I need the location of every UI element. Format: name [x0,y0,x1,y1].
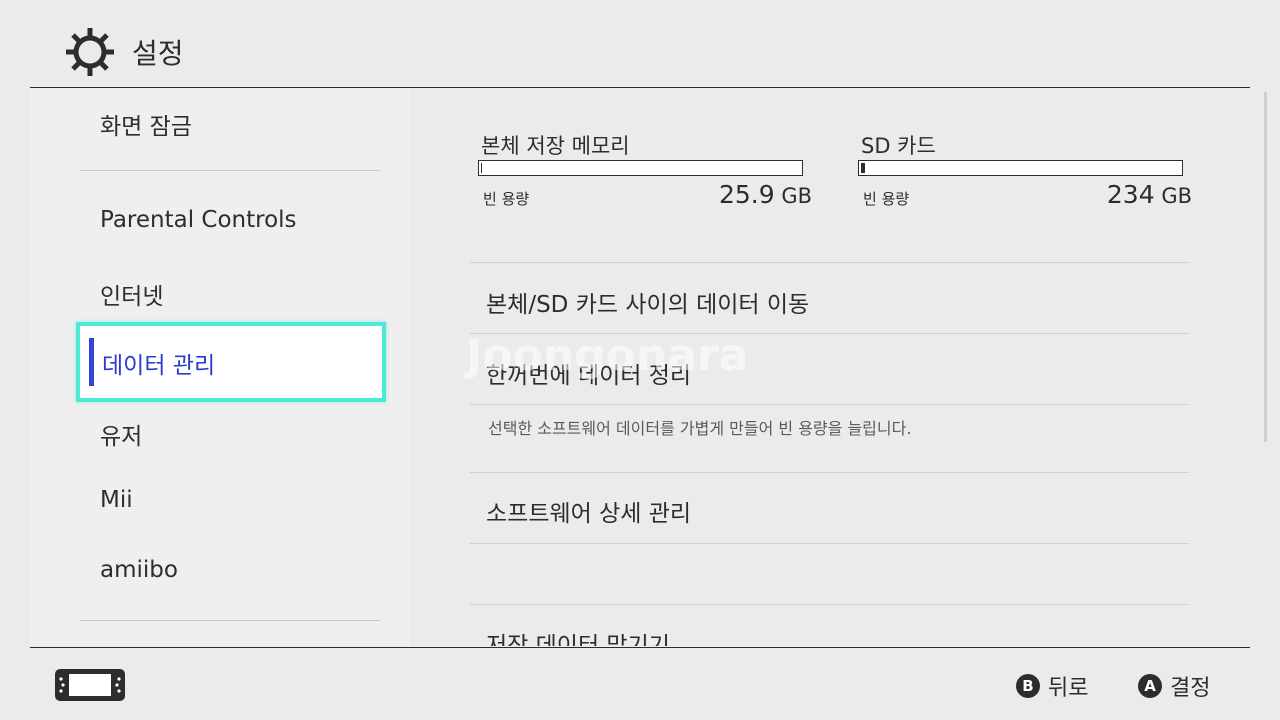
footer: B 뒤로 A 결정 [0,648,1280,720]
sidebar-divider [80,170,380,171]
sidebar-divider [80,620,380,621]
sidebar-item-amiibo[interactable]: amiibo [100,557,178,583]
sidebar-item-label: 데이터 관리 [102,353,216,379]
selection-indicator [89,338,94,386]
sidebar-item-internet[interactable]: 인터넷 [100,277,163,311]
watermark: Joongonara [466,330,749,381]
sidebar-item-mii[interactable]: Mii [100,487,133,513]
sidebar-item-users[interactable]: 유저 [100,417,142,451]
scrollbar[interactable] [1264,92,1267,442]
a-button-icon: A [1138,674,1162,698]
header: 설정 [0,0,1280,88]
gear-icon [66,28,114,76]
b-button-icon: B [1016,674,1040,698]
console-icon [55,669,125,701]
ok-label: 결정 [1170,676,1211,701]
sidebar: 화면 잠금 Parental Controls 인터넷 데이터 관리 유저 Mi… [30,89,410,646]
ok-hint[interactable]: A 결정 [1138,670,1210,702]
sidebar-item-screen-lock[interactable]: 화면 잠금 [100,107,192,141]
back-label: 뒤로 [1048,676,1089,701]
sidebar-item-data-management[interactable]: 데이터 관리 [76,322,386,402]
page-title: 설정 [132,37,184,70]
sidebar-item-parental-controls[interactable]: Parental Controls [100,207,297,233]
back-hint[interactable]: B 뒤로 [1016,670,1088,702]
header-divider [30,87,1250,88]
save-data-item[interactable]: 저장 데이터 맡기기 [486,626,670,646]
